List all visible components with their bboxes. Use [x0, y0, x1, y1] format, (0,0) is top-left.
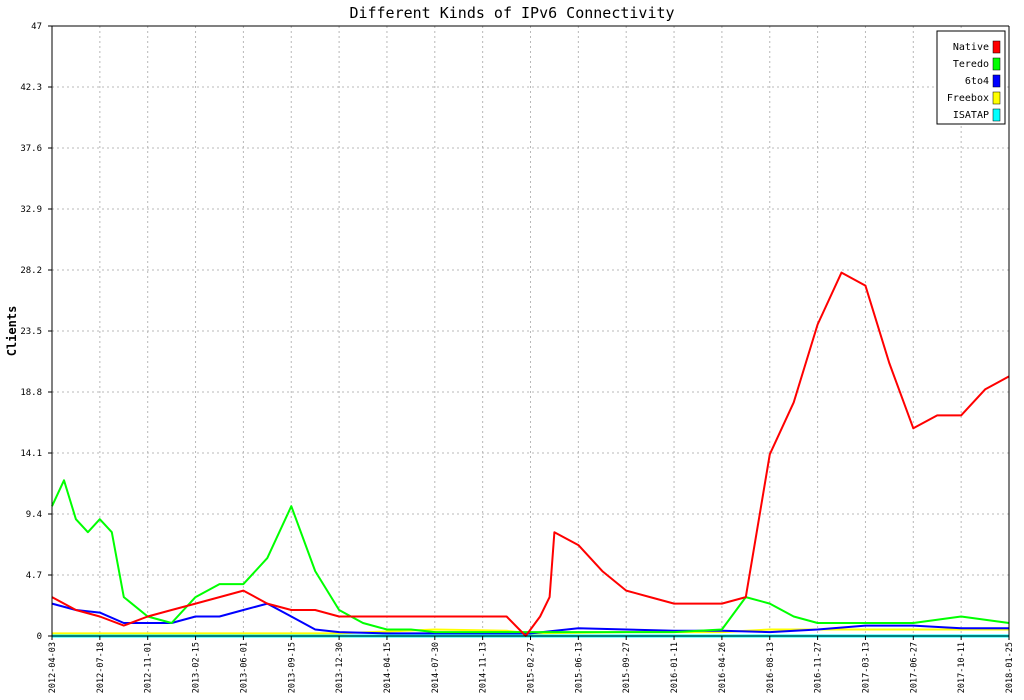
legend-label: Teredo: [953, 59, 989, 70]
x-tick-label: 2014-11-13: [479, 642, 489, 693]
x-tick-label: 2015-06-13: [574, 642, 584, 693]
x-tick-label: 2013-02-15: [192, 642, 202, 693]
x-tick-label: 2017-03-13: [861, 642, 871, 693]
y-axis-label: Clients: [5, 306, 19, 357]
x-tick-label: 2013-12-30: [335, 642, 345, 693]
legend-label: Freebox: [947, 93, 989, 104]
legend-label: 6to4: [965, 76, 989, 87]
x-tick-label: 2017-10-11: [957, 642, 967, 693]
y-tick-label: 4.7: [26, 571, 42, 581]
x-tick-label: 2013-06-01: [239, 642, 249, 693]
y-tick-label: 47: [31, 22, 42, 32]
y-tick-label: 14.1: [20, 449, 42, 459]
y-tick-label: 37.6: [20, 144, 42, 154]
x-tick-label: 2016-04-26: [718, 642, 728, 693]
legend-swatch: [992, 91, 1001, 105]
x-tick-label: 2016-11-27: [814, 642, 824, 693]
x-tick-label: 2012-04-03: [48, 642, 58, 693]
y-tick-label: 9.4: [26, 510, 42, 520]
legend-label: ISATAP: [953, 110, 989, 121]
x-tick-label: 2013-09-15: [287, 642, 297, 693]
legend-swatch: [992, 74, 1001, 88]
x-tick-label: 2015-09-27: [622, 642, 632, 693]
x-tick-label: 2014-07-30: [431, 642, 441, 693]
grid: [52, 25, 1010, 636]
x-tick-label: 2012-11-01: [144, 642, 154, 693]
legend-swatch: [992, 57, 1001, 71]
x-tick-label: 2016-01-11: [670, 642, 680, 693]
legend-label: Native: [953, 42, 989, 53]
legend: Native Teredo 6to4 Freebox ISATAP: [936, 30, 1006, 125]
y-tick-label: 23.5: [20, 327, 42, 337]
legend-swatch: [992, 40, 1001, 54]
x-tick-label: 2014-04-15: [383, 642, 393, 693]
x-tick-label: 2012-07-18: [96, 642, 106, 693]
chart: Different Kinds of IPv6 Connectivity Cli…: [0, 0, 1024, 700]
y-tick-label: 28.2: [20, 266, 42, 276]
x-tick-label: 2018-01-25: [1005, 642, 1015, 693]
y-tick-label: 42.3: [20, 83, 42, 93]
y-tick-label: 18.8: [20, 388, 42, 398]
x-tick-label: 2017-06-27: [909, 642, 919, 693]
y-tick-label: 32.9: [20, 205, 42, 215]
x-tick-label: 2015-02-27: [527, 642, 537, 693]
x-tick-label: 2016-08-13: [766, 642, 776, 693]
chart-canvas: Different Kinds of IPv6 Connectivity Cli…: [5, 4, 1015, 693]
chart-title: Different Kinds of IPv6 Connectivity: [349, 4, 674, 22]
legend-swatch: [992, 108, 1001, 122]
y-tick-label: 0: [37, 632, 42, 642]
